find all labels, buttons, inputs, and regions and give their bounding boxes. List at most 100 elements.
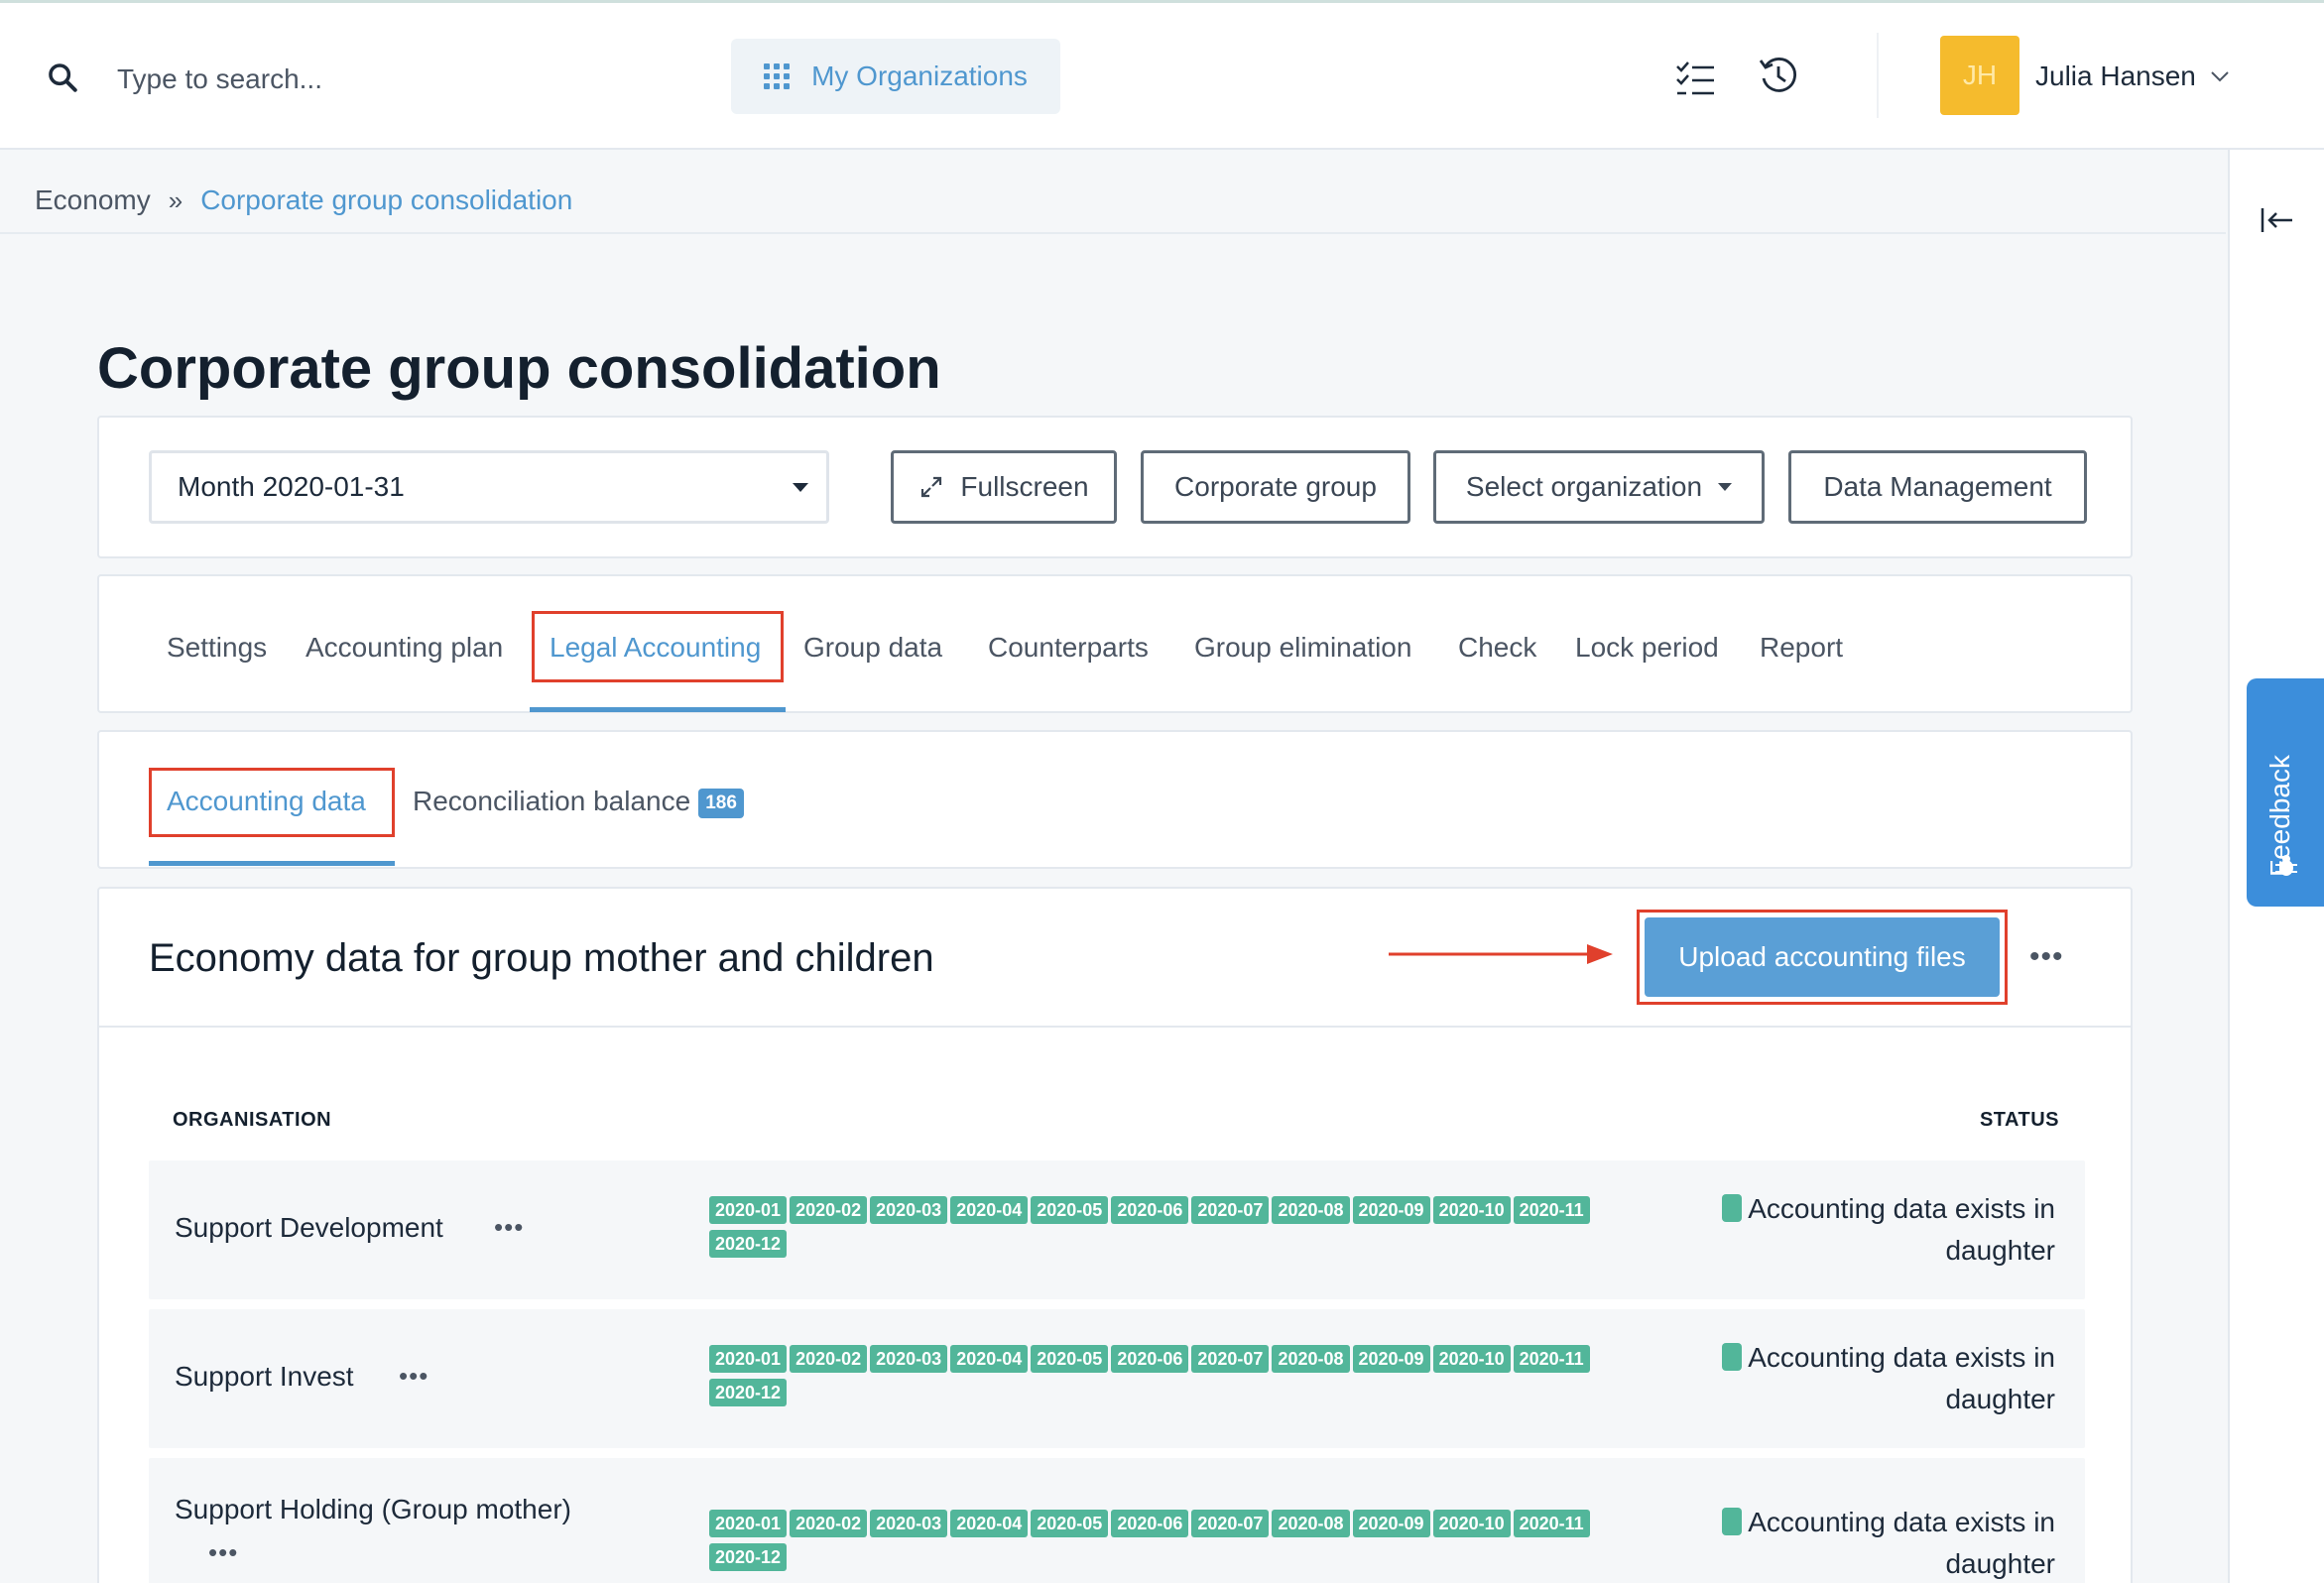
period-chip[interactable]: 2020-10 — [1432, 1345, 1511, 1373]
select-organization-dropdown[interactable]: Select organization — [1433, 450, 1765, 524]
period-chip[interactable]: 2020-10 — [1432, 1510, 1511, 1537]
caret-down-icon — [1718, 483, 1733, 491]
period-chip[interactable]: 2020-01 — [709, 1510, 788, 1537]
expand-icon — [921, 476, 942, 498]
status-indicator — [1722, 1508, 1743, 1535]
my-organizations-label: My Organizations — [811, 61, 1028, 91]
accounting-data-card: Economy data for group mother and childr… — [97, 887, 2133, 1583]
my-organizations-button[interactable]: My Organizations — [731, 39, 1060, 114]
period-chip[interactable]: 2020-01 — [709, 1196, 788, 1224]
period-chip[interactable]: 2020-12 — [709, 1543, 788, 1571]
organisation-name[interactable]: Support Development — [175, 1212, 443, 1244]
period-chip[interactable]: 2020-06 — [1111, 1345, 1189, 1373]
subtab-reconciliation-label: Reconciliation balance — [413, 786, 691, 816]
search-input[interactable] — [117, 55, 633, 104]
period-chip[interactable]: 2020-01 — [709, 1345, 788, 1373]
status-indicator — [1722, 1194, 1743, 1222]
period-chip[interactable]: 2020-05 — [1031, 1345, 1109, 1373]
task-list-icon[interactable] — [1674, 59, 1716, 98]
subtab-accounting-data[interactable]: Accounting data — [167, 786, 366, 817]
period-chip[interactable]: 2020-12 — [709, 1379, 788, 1406]
avatar[interactable]: JH — [1940, 36, 2019, 115]
subtab-reconciliation-balance[interactable]: Reconciliation balance 186 — [413, 786, 744, 818]
fullscreen-label: Fullscreen — [960, 471, 1089, 502]
table-row: Support Invest ••• 2020-01 2020-02 2020-… — [149, 1309, 2085, 1448]
period-chip[interactable]: 2020-02 — [790, 1345, 868, 1373]
fullscreen-button[interactable]: Fullscreen — [891, 450, 1117, 524]
tab-check[interactable]: Check — [1458, 632, 1536, 664]
tab-settings[interactable]: Settings — [167, 632, 267, 664]
caret-down-icon — [793, 483, 808, 492]
period-chip[interactable]: 2020-08 — [1272, 1510, 1350, 1537]
tab-counterparts[interactable]: Counterparts — [988, 632, 1149, 664]
breadcrumb-economy[interactable]: Economy — [35, 184, 151, 216]
breadcrumb-separator: » — [168, 184, 183, 215]
search-icon[interactable] — [46, 61, 79, 94]
reconciliation-count-badge: 186 — [698, 788, 744, 818]
apps-grid-icon — [764, 63, 791, 89]
period-chip[interactable]: 2020-08 — [1272, 1196, 1350, 1224]
collapse-panel-icon[interactable] — [2260, 205, 2295, 235]
period-chip[interactable]: 2020-11 — [1513, 1510, 1590, 1537]
table-row: Support Holding (Group mother) ••• 2020-… — [149, 1458, 2085, 1583]
organisation-name[interactable]: Support Holding (Group mother) — [175, 1494, 571, 1525]
period-chip[interactable]: 2020-03 — [870, 1345, 948, 1373]
period-chip[interactable]: 2020-11 — [1513, 1196, 1590, 1224]
tab-group-data[interactable]: Group data — [803, 632, 942, 664]
breadcrumb: Economy » Corporate group consolidation — [35, 184, 572, 216]
status-cell: Accounting data exists in daughter — [1688, 1188, 2055, 1272]
status-text: Accounting data exists in daughter — [1748, 1193, 2055, 1266]
period-chip[interactable]: 2020-02 — [790, 1510, 868, 1537]
section-more-menu-button[interactable]: ••• — [2029, 940, 2064, 974]
data-management-label: Data Management — [1823, 471, 2052, 502]
page-title: Corporate group consolidation — [97, 336, 941, 401]
chevron-down-icon[interactable] — [2208, 64, 2232, 88]
tab-lock-period[interactable]: Lock period — [1575, 632, 1719, 664]
period-chip[interactable]: 2020-03 — [870, 1196, 948, 1224]
active-subtab-indicator — [149, 861, 395, 866]
period-chip[interactable]: 2020-06 — [1111, 1510, 1189, 1537]
period-chip[interactable]: 2020-04 — [950, 1196, 1029, 1224]
history-icon[interactable] — [1758, 55, 1799, 96]
organisation-name[interactable]: Support Invest — [175, 1361, 354, 1393]
period-chip[interactable]: 2020-02 — [790, 1196, 868, 1224]
period-chip[interactable]: 2020-04 — [950, 1510, 1029, 1537]
period-chip[interactable]: 2020-10 — [1432, 1196, 1511, 1224]
select-organization-label: Select organization — [1465, 471, 1703, 502]
period-chip[interactable]: 2020-09 — [1352, 1345, 1430, 1373]
breadcrumb-divider — [0, 232, 2226, 234]
period-chip[interactable]: 2020-11 — [1513, 1345, 1590, 1373]
corporate-group-button[interactable]: Corporate group — [1141, 450, 1410, 524]
period-chip[interactable]: 2020-03 — [870, 1510, 948, 1537]
period-chip[interactable]: 2020-12 — [709, 1230, 788, 1258]
period-select-value: Month 2020-01-31 — [178, 471, 405, 502]
user-name[interactable]: Julia Hansen — [2035, 61, 2196, 92]
status-indicator — [1722, 1343, 1743, 1371]
column-header-organisation: ORGANISATION — [173, 1109, 332, 1131]
row-more-menu-button[interactable]: ••• — [399, 1361, 428, 1392]
period-chip[interactable]: 2020-07 — [1191, 1345, 1270, 1373]
section-title: Economy data for group mother and childr… — [149, 936, 934, 980]
feedback-button[interactable]: Feedback — [2247, 678, 2324, 907]
tab-report[interactable]: Report — [1760, 632, 1843, 664]
tab-accounting-plan[interactable]: Accounting plan — [306, 632, 503, 664]
period-select[interactable]: Month 2020-01-31 — [149, 450, 829, 524]
period-chip[interactable]: 2020-07 — [1191, 1510, 1270, 1537]
row-more-menu-button[interactable]: ••• — [208, 1537, 238, 1568]
period-chip[interactable]: 2020-05 — [1031, 1510, 1109, 1537]
row-more-menu-button[interactable]: ••• — [494, 1212, 524, 1243]
data-management-button[interactable]: Data Management — [1788, 450, 2087, 524]
feedback-label: Feedback — [2264, 755, 2295, 877]
tab-legal-accounting[interactable]: Legal Accounting — [550, 632, 761, 664]
breadcrumb-current[interactable]: Corporate group consolidation — [200, 184, 572, 216]
period-chip[interactable]: 2020-09 — [1352, 1196, 1430, 1224]
period-chip[interactable]: 2020-09 — [1352, 1510, 1430, 1537]
upload-accounting-files-button[interactable]: Upload accounting files — [1645, 917, 2000, 997]
status-cell: Accounting data exists in daughter — [1688, 1502, 2055, 1583]
period-chip[interactable]: 2020-07 — [1191, 1196, 1270, 1224]
period-chip[interactable]: 2020-06 — [1111, 1196, 1189, 1224]
period-chip[interactable]: 2020-04 — [950, 1345, 1029, 1373]
period-chip[interactable]: 2020-05 — [1031, 1196, 1109, 1224]
tab-group-elimination[interactable]: Group elimination — [1194, 632, 1411, 664]
period-chip[interactable]: 2020-08 — [1272, 1345, 1350, 1373]
